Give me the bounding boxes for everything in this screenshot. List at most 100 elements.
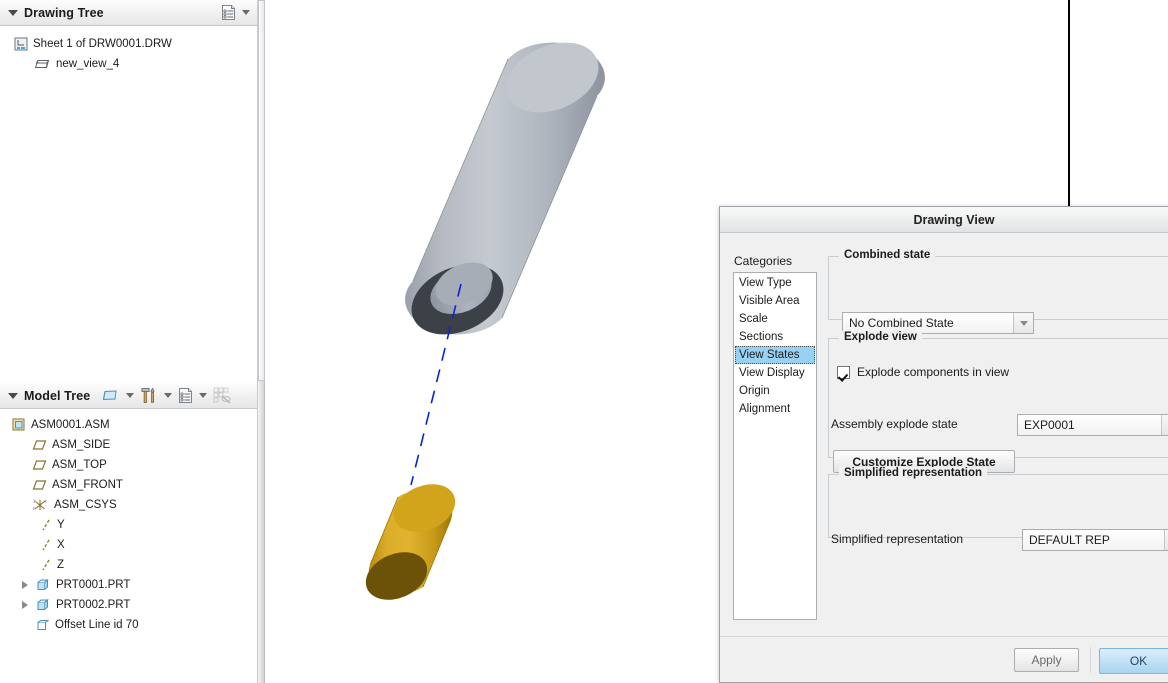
datum-plane-icon xyxy=(32,459,47,471)
chevron-right-icon[interactable] xyxy=(22,581,28,589)
simplified-representation-group-title: Simplified representation xyxy=(839,467,988,479)
tools-icon[interactable] xyxy=(140,387,158,404)
chevron-down-icon[interactable] xyxy=(199,393,208,398)
simplified-representation-label: Simplified representation xyxy=(831,532,964,546)
drawing-tree-title: Drawing Tree xyxy=(24,5,104,20)
datum-plane-icon xyxy=(32,479,47,491)
category-item-sections[interactable]: Sections xyxy=(735,328,815,346)
scrollbar-thumb[interactable] xyxy=(258,0,265,381)
footer-separator xyxy=(1090,647,1091,673)
simplified-representation-value: DEFAULT REP xyxy=(1029,533,1110,547)
gold-plug-part xyxy=(365,484,456,600)
category-item-scale[interactable]: Scale xyxy=(735,310,815,328)
explode-components-checkbox-row[interactable]: Explode components in view xyxy=(837,365,1009,379)
apply-button[interactable]: Apply xyxy=(1014,648,1079,672)
tree-item-view[interactable]: new_view_4 xyxy=(0,54,257,74)
tree-item-label: ASM_TOP xyxy=(52,459,107,471)
dialog-title-bar[interactable]: Drawing View xyxy=(720,207,1168,233)
chevron-right-icon[interactable] xyxy=(22,601,28,609)
model-tree-list[interactable]: ASM0001.ASM ASM_SIDE ASM_TOP ASM_FRONT y… xyxy=(0,409,257,683)
tree-item-label: ASM_FRONT xyxy=(52,479,123,491)
explode-components-label: Explode components in view xyxy=(857,365,1010,379)
datum-axis-icon xyxy=(40,558,52,572)
tree-item-datum-axis[interactable]: Y xyxy=(0,515,257,535)
tree-item-datum-plane[interactable]: ASM_SIDE xyxy=(0,435,257,455)
simplified-representation-combobox[interactable]: DEFAULT REP xyxy=(1022,529,1168,551)
panel-splitter-scrollbar[interactable] xyxy=(258,0,265,683)
expand-arrow-slot[interactable] xyxy=(18,601,32,609)
chevron-down-icon[interactable] xyxy=(1013,313,1033,333)
assembly-icon xyxy=(12,418,26,432)
triangle-down-icon[interactable] xyxy=(8,392,18,399)
triangle-down-icon[interactable] xyxy=(8,9,18,16)
tree-item-datum-plane[interactable]: ASM_TOP xyxy=(0,455,257,475)
datum-axis-icon xyxy=(40,518,52,532)
tree-item-label: X xyxy=(57,539,65,551)
tree-item-datum-axis[interactable]: X xyxy=(0,535,257,555)
drawing-tree-header[interactable]: Drawing Tree xyxy=(0,0,257,26)
tree-item-label: Offset Line id 70 xyxy=(55,619,139,631)
chevron-down-icon[interactable] xyxy=(242,10,250,15)
tree-item-offset-line[interactable]: Offset Line id 70 xyxy=(0,615,257,635)
datum-axis-icon xyxy=(40,538,52,552)
drawing-tree-list[interactable]: Sheet 1 of DRW0001.DRW new_view_4 xyxy=(0,26,257,383)
drawing-view-dialog[interactable]: Drawing View Categories View Type Visibl… xyxy=(719,206,1168,683)
tree-filters-disabled-icon xyxy=(213,387,232,404)
tree-item-label: ASM_SIDE xyxy=(52,439,111,451)
category-item-origin[interactable]: Origin xyxy=(735,382,815,400)
datum-plane-icon xyxy=(32,439,47,451)
part-icon xyxy=(36,598,51,612)
display-style-icon[interactable] xyxy=(100,388,120,403)
tree-item-label: Y xyxy=(57,519,65,531)
explode-view-group-title: Explode view xyxy=(839,331,922,343)
combined-state-value: No Combined State xyxy=(849,316,954,330)
explode-components-checkbox[interactable] xyxy=(837,365,850,379)
tree-item-csys[interactable]: y z x ASM_CSYS xyxy=(0,495,257,515)
assembly-explode-state-label: Assembly explode state xyxy=(831,417,958,431)
csys-icon: y z x xyxy=(32,498,49,512)
part-icon xyxy=(36,578,51,592)
model-tree-title: Model Tree xyxy=(24,388,91,403)
dialog-body: Categories View Type Visible Area Scale … xyxy=(720,234,1168,636)
navigator-panel: Drawing Tree Sheet 1 of DRW0001.DRW new_… xyxy=(0,0,258,683)
tree-item-label: PRT0002.PRT xyxy=(56,599,131,611)
assembly-explode-state-value: EXP0001 xyxy=(1024,418,1075,432)
tree-settings-icon[interactable] xyxy=(221,4,236,21)
chevron-down-icon[interactable] xyxy=(164,393,173,398)
tree-settings-icon[interactable] xyxy=(178,387,193,404)
categories-list[interactable]: View Type Visible Area Scale Sections Vi… xyxy=(733,272,817,620)
tree-item-label: Sheet 1 of DRW0001.DRW xyxy=(33,38,172,50)
svg-text:z: z xyxy=(33,506,35,511)
chevron-down-icon[interactable] xyxy=(126,393,135,398)
combined-state-group-title: Combined state xyxy=(839,249,936,261)
ok-button[interactable]: OK xyxy=(1099,648,1168,674)
combined-state-group: Combined state xyxy=(828,249,1168,320)
tree-item-label: PRT0001.PRT xyxy=(56,579,131,591)
drawing-tree-header-icons xyxy=(221,4,253,21)
chevron-down-icon[interactable] xyxy=(1161,415,1168,435)
chevron-down-icon[interactable] xyxy=(1164,530,1168,550)
tree-item-label: new_view_4 xyxy=(56,58,120,70)
tree-item-label: ASM0001.ASM xyxy=(31,419,110,431)
sheet-icon xyxy=(14,37,28,51)
expand-arrow-slot[interactable] xyxy=(18,581,32,589)
tree-item-datum-axis[interactable]: Z xyxy=(0,555,257,575)
gray-tube-part xyxy=(405,42,605,335)
category-item-view-display[interactable]: View Display xyxy=(735,364,815,382)
tree-item-part[interactable]: PRT0001.PRT xyxy=(0,575,257,595)
explode-view-group: Explode view xyxy=(828,331,1168,458)
tree-item-part[interactable]: PRT0002.PRT xyxy=(0,595,257,615)
tree-item-sheet[interactable]: Sheet 1 of DRW0001.DRW xyxy=(0,34,257,54)
category-item-alignment[interactable]: Alignment xyxy=(735,400,815,418)
categories-label: Categories xyxy=(734,254,793,268)
model-tree-header[interactable]: Model Tree xyxy=(0,383,257,409)
category-item-view-states[interactable]: View States xyxy=(735,346,815,364)
assembly-explode-state-combobox[interactable]: EXP0001 xyxy=(1017,414,1168,436)
tree-item-assembly[interactable]: ASM0001.ASM xyxy=(0,415,257,435)
dialog-title: Drawing View xyxy=(913,212,995,227)
category-item-visible-area[interactable]: Visible Area xyxy=(735,292,815,310)
tree-item-datum-plane[interactable]: ASM_FRONT xyxy=(0,475,257,495)
category-item-view-type[interactable]: View Type xyxy=(735,274,815,292)
dialog-footer: Apply OK xyxy=(720,636,1168,682)
tree-item-label: ASM_CSYS xyxy=(54,499,117,511)
